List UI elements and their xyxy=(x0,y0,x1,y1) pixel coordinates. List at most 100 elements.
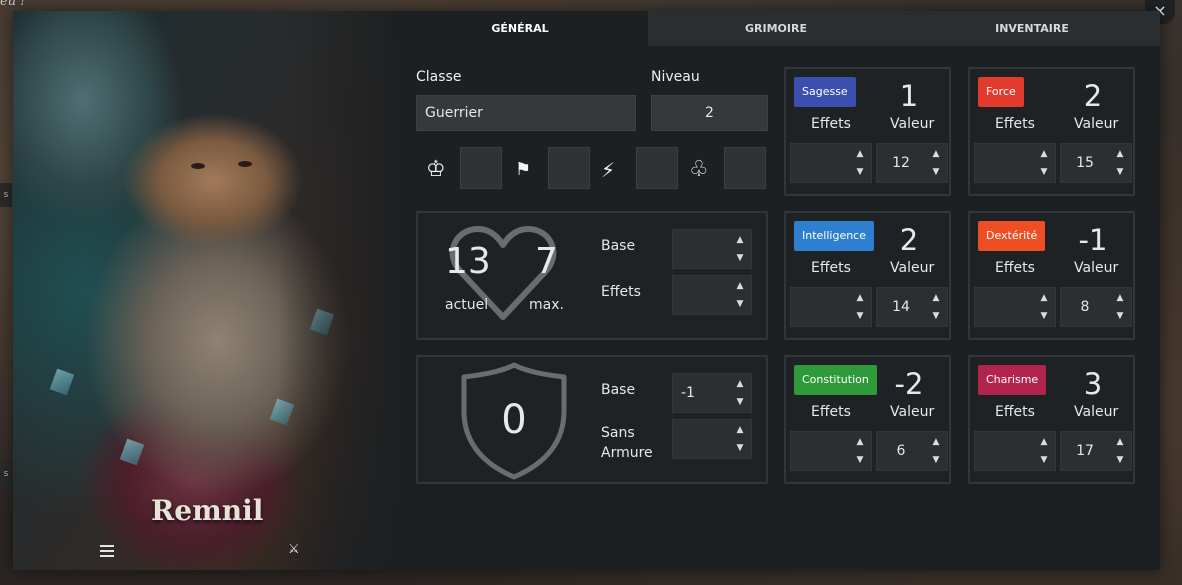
ability-panel-sagesse: Sagesse 1 Effets Valeur ▲ ▼ 12 ▲ ▼ xyxy=(784,67,951,196)
ability-value-stepper[interactable]: 6 ▲ ▼ xyxy=(876,431,948,471)
decrement-arrow[interactable]: ▼ xyxy=(855,312,865,321)
value-label: Valeur xyxy=(1074,404,1119,420)
character-portrait: Remnil ⚔ xyxy=(13,11,397,570)
hp-effects-label: Effets xyxy=(601,284,641,300)
tab-grimoire[interactable]: Grimoire xyxy=(648,11,904,46)
increment-arrow[interactable]: ▲ xyxy=(735,426,745,435)
increment-arrow[interactable]: ▲ xyxy=(1039,150,1049,159)
ability-panel-intelligence: Intelligence 2 Effets Valeur ▲ ▼ 14 ▲ ▼ xyxy=(784,211,951,340)
effects-label: Effets xyxy=(995,404,1035,420)
decrement-arrow[interactable]: ▼ xyxy=(1115,456,1125,465)
ability-effects-stepper[interactable]: ▲ ▼ xyxy=(974,143,1056,183)
character-name: Remnil xyxy=(151,494,264,527)
decrement-arrow[interactable]: ▼ xyxy=(1115,168,1125,177)
decrement-arrow[interactable]: ▼ xyxy=(1039,456,1049,465)
armor-panel: 0 Base -1 ▲ ▼ Sans Armure ▲ ▼ xyxy=(416,355,768,484)
effects-label: Effets xyxy=(811,260,851,276)
ability-modifier: 1 xyxy=(899,79,919,113)
increment-arrow[interactable]: ▲ xyxy=(931,438,941,447)
ability-panel-force: Force 2 Effets Valeur ▲ ▼ 15 ▲ ▼ xyxy=(968,67,1135,196)
increment-arrow[interactable]: ▲ xyxy=(1039,438,1049,447)
increment-arrow[interactable]: ▲ xyxy=(735,236,745,245)
crown-input[interactable] xyxy=(460,147,502,189)
hp-base-label: Base xyxy=(601,238,636,254)
decrement-arrow[interactable]: ▼ xyxy=(931,168,941,177)
class-label: Classe xyxy=(416,69,462,85)
character-sheet-modal: Remnil ⚔ Général Grimoire Inventaire Cla… xyxy=(13,11,1160,570)
decrement-arrow[interactable]: ▼ xyxy=(735,300,745,309)
increment-arrow[interactable]: ▲ xyxy=(735,380,745,389)
armor-base-label: Base xyxy=(601,382,636,398)
tab-general[interactable]: Général xyxy=(392,11,648,46)
background-tab: s xyxy=(0,460,12,488)
flag-input[interactable] xyxy=(548,147,590,189)
increment-arrow[interactable]: ▲ xyxy=(1115,438,1125,447)
hp-current[interactable]: 13 xyxy=(445,241,491,282)
ability-panel-constitution: Constitution -2 Effets Valeur ▲ ▼ 6 ▲ ▼ xyxy=(784,355,951,484)
increment-arrow[interactable]: ▲ xyxy=(1039,294,1049,303)
ability-value-stepper[interactable]: 14 ▲ ▼ xyxy=(876,287,948,327)
increment-arrow[interactable]: ▲ xyxy=(1115,150,1125,159)
increment-arrow[interactable]: ▲ xyxy=(855,294,865,303)
increment-arrow[interactable]: ▲ xyxy=(931,150,941,159)
increment-arrow[interactable]: ▲ xyxy=(855,150,865,159)
unarmored-label: Sans Armure xyxy=(601,425,653,461)
clover-input[interactable] xyxy=(724,147,766,189)
value-label: Valeur xyxy=(1074,116,1119,132)
ability-value-stepper[interactable]: 8 ▲ ▼ xyxy=(1060,287,1132,327)
running-icon: ⚡ xyxy=(601,158,616,182)
ability-effects-stepper[interactable]: ▲ ▼ xyxy=(790,287,872,327)
armor-base-stepper[interactable]: -1 ▲ ▼ xyxy=(672,373,752,413)
ability-name-badge: Dextérité xyxy=(978,221,1046,251)
clover-icon: ♧ xyxy=(689,157,709,182)
class-select[interactable]: Guerrier xyxy=(416,95,636,131)
ability-modifier: -2 xyxy=(894,367,924,401)
backdrop-text: eu ! xyxy=(0,0,26,9)
decrement-arrow[interactable]: ▼ xyxy=(855,456,865,465)
increment-arrow[interactable]: ▲ xyxy=(931,294,941,303)
level-input[interactable]: 2 xyxy=(651,95,768,131)
crossed-swords-icon[interactable]: ⚔ xyxy=(288,543,302,557)
ability-name-badge: Constitution xyxy=(794,365,877,395)
background-tab: s xyxy=(0,183,12,207)
ability-effects-stepper[interactable]: ▲ ▼ xyxy=(790,431,872,471)
hp-base-stepper[interactable]: ▲ ▼ xyxy=(672,229,752,269)
ability-effects-stepper[interactable]: ▲ ▼ xyxy=(974,287,1056,327)
value-label: Valeur xyxy=(890,404,935,420)
ability-effects-stepper[interactable]: ▲ ▼ xyxy=(974,431,1056,471)
decrement-arrow[interactable]: ▼ xyxy=(1115,312,1125,321)
decrement-arrow[interactable]: ▼ xyxy=(735,398,745,407)
ability-modifier: 2 xyxy=(1083,79,1103,113)
armor-class-value[interactable]: 0 xyxy=(458,397,570,443)
effects-label: Effets xyxy=(995,260,1035,276)
value-label: Valeur xyxy=(1074,260,1119,276)
list-icon[interactable] xyxy=(100,545,114,557)
decrement-arrow[interactable]: ▼ xyxy=(735,444,745,453)
running-input[interactable] xyxy=(636,147,678,189)
ability-value-stepper[interactable]: 17 ▲ ▼ xyxy=(1060,431,1132,471)
hp-effects-stepper[interactable]: ▲ ▼ xyxy=(672,275,752,315)
increment-arrow[interactable]: ▲ xyxy=(855,438,865,447)
increment-arrow[interactable]: ▲ xyxy=(735,282,745,291)
decrement-arrow[interactable]: ▼ xyxy=(855,168,865,177)
unarmored-stepper[interactable]: ▲ ▼ xyxy=(672,419,752,459)
decrement-arrow[interactable]: ▼ xyxy=(931,312,941,321)
ability-modifier: 3 xyxy=(1083,367,1103,401)
value-label: Valeur xyxy=(890,260,935,276)
hp-max[interactable]: 7 xyxy=(535,241,558,282)
ability-value-stepper[interactable]: 15 ▲ ▼ xyxy=(1060,143,1132,183)
effects-label: Effets xyxy=(995,116,1035,132)
ability-effects-stepper[interactable]: ▲ ▼ xyxy=(790,143,872,183)
level-label: Niveau xyxy=(651,69,700,85)
ability-name-badge: Charisme xyxy=(978,365,1047,395)
ability-value-stepper[interactable]: 12 ▲ ▼ xyxy=(876,143,948,183)
ability-name-badge: Intelligence xyxy=(794,221,875,251)
decrement-arrow[interactable]: ▼ xyxy=(735,254,745,263)
decrement-arrow[interactable]: ▼ xyxy=(931,456,941,465)
tab-inventaire[interactable]: Inventaire xyxy=(904,11,1160,46)
crown-icon: ♔ xyxy=(426,157,446,182)
decrement-arrow[interactable]: ▼ xyxy=(1039,168,1049,177)
decrement-arrow[interactable]: ▼ xyxy=(1039,312,1049,321)
increment-arrow[interactable]: ▲ xyxy=(1115,294,1125,303)
flag-icon: ⚑ xyxy=(515,159,532,180)
